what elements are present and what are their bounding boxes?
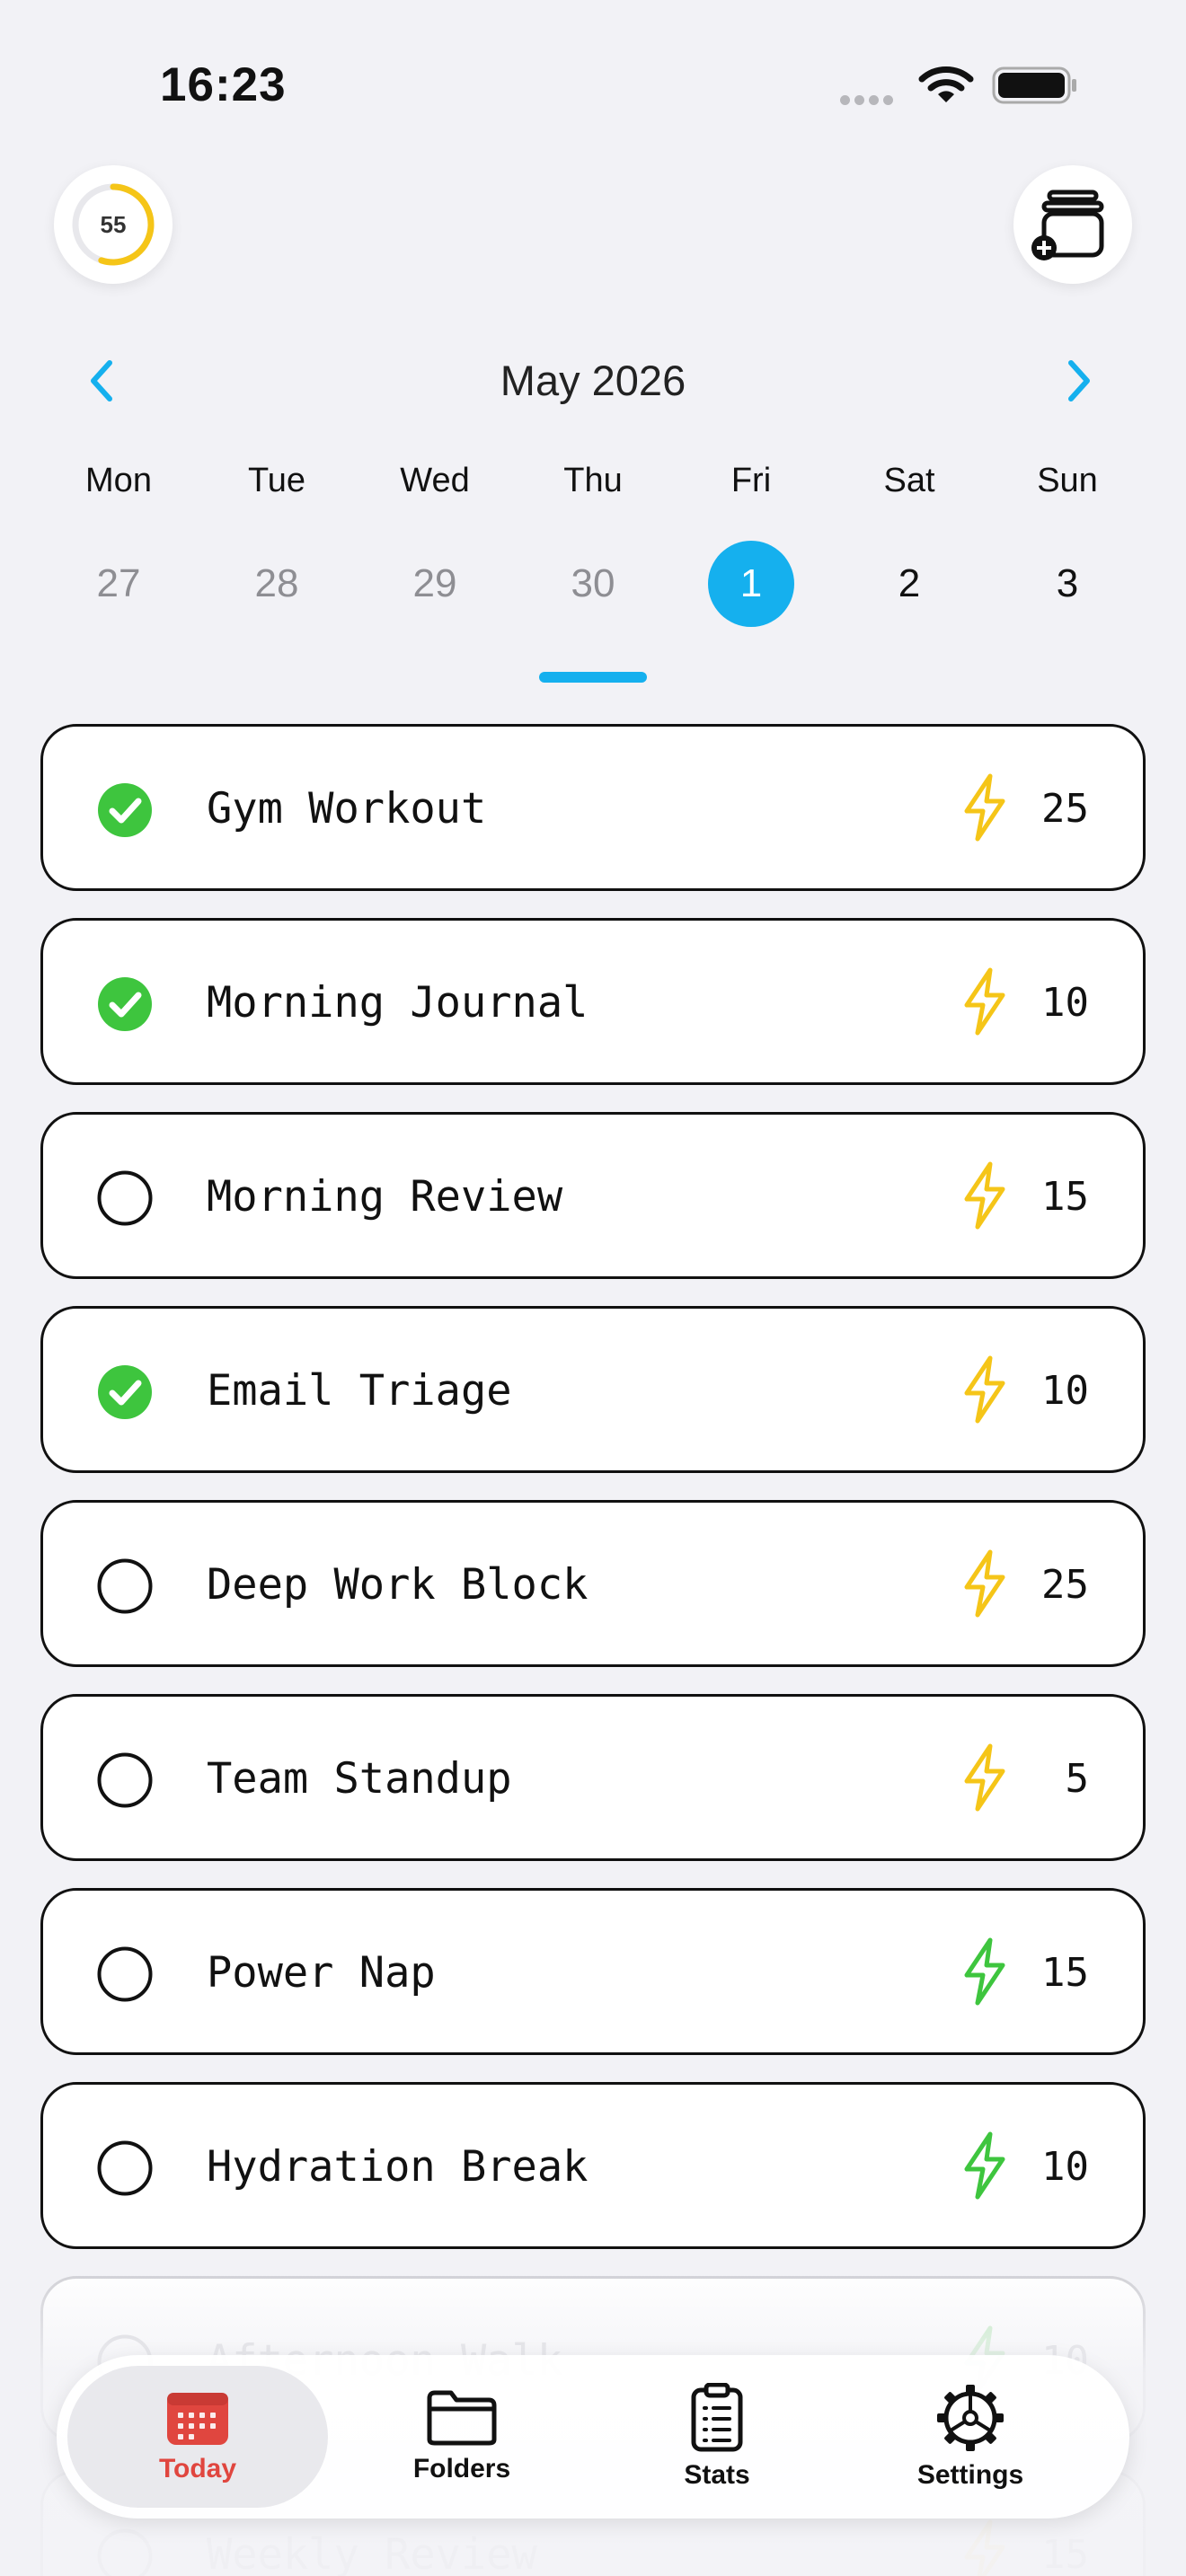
date-cell[interactable]: 3 [1024, 541, 1111, 627]
tab-settings[interactable]: Settings [840, 2366, 1101, 2508]
tab-label: Today [158, 2454, 237, 2483]
week-page-indicator [539, 672, 647, 683]
task-card[interactable]: Gym Workout 25 [40, 724, 1146, 891]
clipboard-list-icon [691, 2383, 743, 2452]
tab-label: Folders [412, 2454, 511, 2483]
add-stack-icon [1031, 190, 1104, 260]
task-name: Gym Workout [207, 784, 487, 834]
task-name: Power Nap [207, 1948, 436, 1998]
check-circle-empty-icon[interactable] [97, 2528, 153, 2576]
add-folder-button[interactable] [1013, 165, 1132, 284]
task-name: Weekly Review [207, 2530, 537, 2576]
date-cell[interactable]: 2 [866, 541, 952, 627]
weekday-label: Sun [1037, 462, 1098, 499]
weekday-label: Mon [85, 462, 152, 499]
task-card[interactable]: Morning Journal 10 [40, 918, 1146, 1085]
tab-folders[interactable]: Folders [332, 2366, 592, 2508]
task-card[interactable]: Email Triage 10 [40, 1306, 1146, 1473]
tab-label: Stats [684, 2460, 750, 2490]
check-circle-empty-icon[interactable] [97, 1946, 153, 2007]
weekday-label: Fri [730, 462, 772, 499]
date-cell[interactable]: 28 [234, 541, 320, 627]
task-points: 25 [1041, 786, 1089, 832]
previous-month-chevron-icon[interactable] [88, 359, 115, 407]
status-time: 16:23 [160, 58, 287, 111]
check-circle-filled-icon[interactable] [97, 1364, 153, 1425]
lightning-icon [961, 967, 1008, 1040]
task-name: Morning Journal [207, 978, 589, 1028]
lightning-icon [961, 2131, 1008, 2204]
lightning-icon [961, 773, 1008, 846]
tab-today[interactable]: Today [67, 2366, 328, 2508]
weekday-label: Sat [883, 462, 935, 499]
check-circle-empty-icon[interactable] [97, 1170, 153, 1231]
score-ring-button[interactable]: 55 [54, 165, 173, 284]
task-name: Email Triage [207, 1366, 512, 1416]
task-card[interactable]: Team Standup 5 [40, 1694, 1146, 1861]
task-card[interactable]: Hydration Break 10 [40, 2082, 1146, 2249]
wifi-icon [918, 65, 974, 110]
month-title: May 2026 [500, 357, 686, 404]
weekday-header: Mon Tue Wed Thu Fri Sat Sun [40, 462, 1146, 500]
score-value: 55 [100, 210, 127, 238]
lightning-icon [961, 2519, 1008, 2576]
check-circle-filled-icon[interactable] [97, 976, 153, 1037]
task-card[interactable]: Morning Review 15 [40, 1112, 1146, 1279]
task-points: 15 [1041, 1950, 1089, 1996]
task-points: 15 [1041, 1174, 1089, 1220]
task-points: 5 [1065, 1756, 1090, 1802]
date-cell[interactable]: 30 [550, 541, 636, 627]
task-name: Team Standup [207, 1754, 512, 1804]
task-name: Deep Work Block [207, 1560, 589, 1610]
check-circle-empty-icon[interactable] [97, 2140, 153, 2201]
lightning-icon [961, 1743, 1008, 1816]
next-month-chevron-icon[interactable] [1066, 359, 1093, 407]
lightning-icon [961, 1937, 1008, 2010]
date-cell[interactable]: 27 [75, 541, 162, 627]
tab-bar: Today Folders Stats Settings [57, 2355, 1129, 2519]
weekday-label: Wed [400, 462, 470, 499]
task-card[interactable]: Power Nap 15 [40, 1888, 1146, 2055]
date-strip: 27 28 29 30 1 2 3 [40, 541, 1146, 627]
task-points: 25 [1041, 1562, 1089, 1608]
task-points: 15 [1041, 2532, 1089, 2576]
task-points: 10 [1041, 2144, 1089, 2190]
check-circle-filled-icon[interactable] [97, 782, 153, 842]
calendar-icon [167, 2393, 228, 2445]
tab-label: Settings [916, 2460, 1024, 2490]
gear-icon [937, 2385, 1004, 2451]
check-circle-empty-icon[interactable] [97, 1752, 153, 1813]
weekday-label: Tue [247, 462, 306, 499]
task-card[interactable]: Deep Work Block 25 [40, 1500, 1146, 1667]
date-cell[interactable]: 29 [392, 541, 478, 627]
lightning-icon [961, 1355, 1008, 1428]
lightning-icon [961, 1549, 1008, 1622]
folder-icon [427, 2390, 497, 2446]
lightning-icon [961, 1161, 1008, 1234]
task-points: 10 [1041, 1368, 1089, 1414]
weekday-label: Thu [563, 462, 623, 499]
date-cell-selected[interactable]: 1 [708, 541, 794, 627]
tab-stats[interactable]: Stats [587, 2366, 847, 2508]
task-name: Hydration Break [207, 2142, 589, 2192]
battery-icon [992, 66, 1078, 109]
signal-icon [840, 93, 898, 110]
task-name: Morning Review [207, 1172, 563, 1222]
task-points: 10 [1041, 980, 1089, 1026]
check-circle-empty-icon[interactable] [97, 1558, 153, 1619]
